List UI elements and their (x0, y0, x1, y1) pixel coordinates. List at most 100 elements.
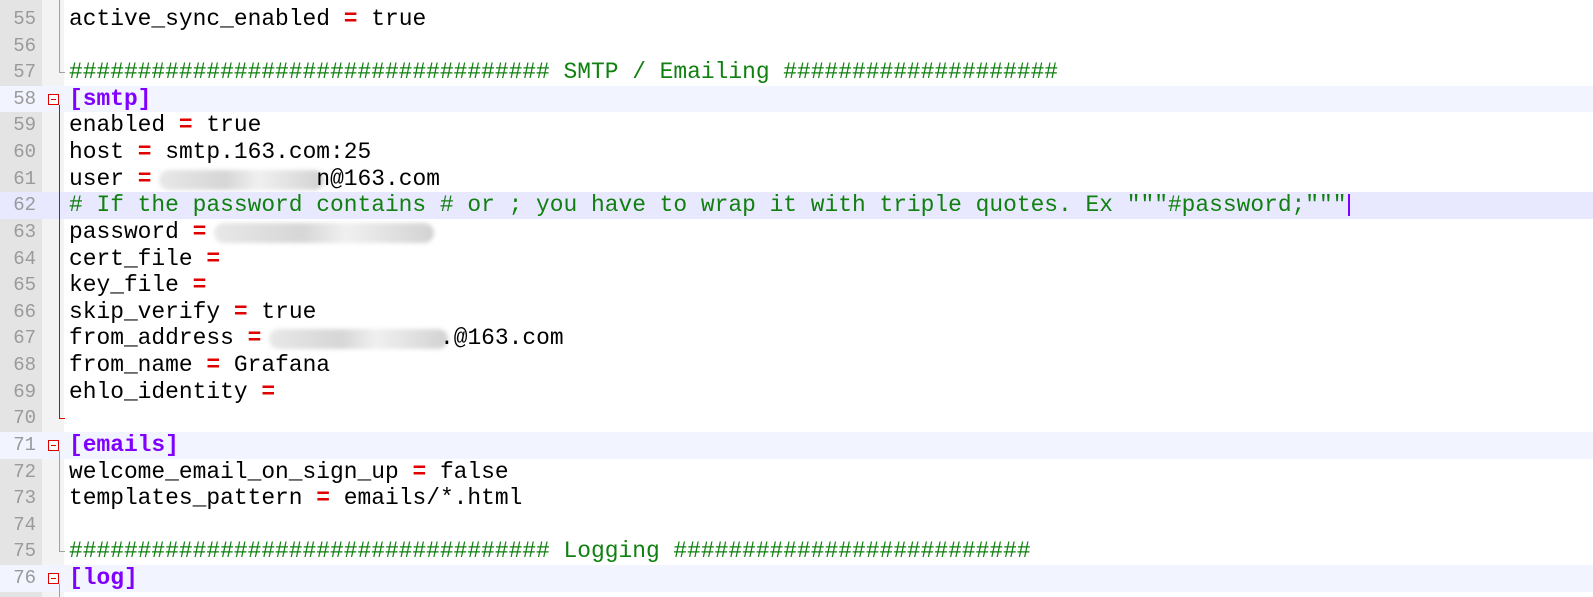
config-key: from_address (69, 325, 234, 352)
fold-collapse-icon[interactable] (48, 573, 59, 585)
code-line[interactable]: 69 ehlo_identity = (0, 379, 1593, 406)
code-line[interactable]: 57 ################################### SM… (0, 59, 1593, 86)
line-number: 65 (13, 274, 36, 297)
equals-operator: = (178, 112, 193, 139)
line-text[interactable]: welcome_email_on_sign_up = false (69, 459, 509, 486)
line-number: 62 (13, 194, 36, 217)
config-key: templates_pattern (69, 485, 303, 512)
config-value: false (439, 458, 509, 485)
config-key: enabled (69, 112, 166, 139)
line-number: 59 (13, 114, 36, 137)
code-line[interactable]: 63 password = (0, 219, 1593, 246)
fold-line (59, 104, 60, 419)
equals-operator: = (137, 139, 152, 166)
code-line[interactable]: 68 from_name = Grafana (0, 352, 1593, 379)
line-text[interactable]: templates_pattern = emails/*.html (69, 485, 522, 512)
code-line[interactable]: 70 (0, 405, 1593, 432)
config-key: key_file (69, 272, 179, 299)
config-value: .@163.com (439, 325, 564, 352)
line-number: 72 (13, 460, 36, 483)
config-value: true (371, 6, 427, 32)
line-text[interactable]: # If the password contains # or ; you ha… (69, 192, 1347, 219)
line-number: 58 (13, 87, 36, 110)
line-text[interactable]: password = (69, 219, 220, 246)
line-text[interactable]: cert_file = (69, 246, 234, 273)
line-number: 64 (13, 247, 36, 270)
config-value: emails/*.html (343, 485, 523, 512)
equals-operator: = (412, 458, 427, 485)
fold-line (59, 0, 60, 73)
config-key: skip_verify (69, 298, 221, 325)
line-text[interactable]: from_address = .@163.com (69, 325, 564, 352)
config-key: active_sync_enabled (69, 6, 330, 32)
comment-text: ################################### SMTP… (69, 59, 1059, 86)
line-number: 74 (13, 513, 36, 536)
equals-operator: = (192, 218, 207, 245)
code-line[interactable]: 66 skip_verify = true (0, 299, 1593, 326)
code-line[interactable]: 56 (0, 33, 1593, 60)
comment-text: # If the password contains # or ; you ha… (69, 192, 1347, 219)
code-line[interactable]: 76 [log] (0, 565, 1593, 592)
code-line[interactable]: 65 key_file = (0, 272, 1593, 299)
equals-operator: = (206, 245, 221, 272)
line-text[interactable]: enabled = true (69, 112, 261, 139)
code-line[interactable]: 58 [smtp] (0, 85, 1593, 113)
fold-line (59, 450, 60, 552)
equals-operator: = (343, 6, 358, 32)
redacted-blur (214, 222, 434, 243)
line-number: 70 (13, 407, 36, 430)
line-number: 57 (13, 61, 36, 84)
config-key: cert_file (69, 245, 193, 272)
line-text[interactable]: ################################### SMTP… (69, 59, 1058, 86)
config-key: from_name (69, 352, 193, 379)
line-text[interactable]: user = n@163.com (69, 166, 440, 193)
code-line[interactable]: 72 welcome_email_on_sign_up = false (0, 459, 1593, 486)
fold-collapse-icon[interactable] (48, 93, 59, 105)
line-number: 75 (13, 540, 36, 563)
line-text[interactable]: [emails] (69, 432, 179, 459)
equals-operator: = (192, 272, 207, 299)
line-text[interactable]: from_name = Grafana (69, 352, 330, 379)
fold-collapse-icon[interactable] (48, 439, 59, 451)
code-line[interactable]: 75 ################################### Lo… (0, 538, 1593, 565)
line-text[interactable]: ehlo_identity = (69, 379, 289, 406)
line-number: 68 (13, 354, 36, 377)
line-text[interactable]: active_sync_enabled = true (69, 6, 426, 33)
code-line[interactable]: 73 templates_pattern = emails/*.html (0, 485, 1593, 512)
code-line[interactable]: 62 # If the password contains # or ; you … (0, 192, 1593, 219)
line-number: 69 (13, 380, 36, 403)
code-line[interactable]: 59 enabled = true (0, 112, 1593, 139)
section-header: [emails] (69, 431, 179, 458)
config-key: ehlo_identity (69, 378, 248, 405)
line-text[interactable]: [log] (69, 565, 138, 592)
line-number: 73 (13, 487, 36, 510)
text-caret (1348, 194, 1350, 217)
config-value: smtp.163.com:25 (165, 139, 372, 166)
code-line[interactable]: 55 active_sync_enabled = true (0, 6, 1593, 33)
line-number: 56 (13, 34, 36, 57)
line-text[interactable]: ################################### Logg… (69, 538, 1031, 565)
code-line[interactable]: 60 host = smtp.163.com:25 (0, 139, 1593, 166)
code-line[interactable]: 64 cert_file = (0, 246, 1593, 273)
code-line[interactable]: 67 from_address = .@163.com (0, 325, 1593, 352)
equals-operator: = (316, 485, 331, 512)
line-number: 63 (13, 220, 36, 243)
line-number: 66 (13, 300, 36, 323)
code-line[interactable]: 74 (0, 512, 1593, 539)
equals-operator: = (137, 165, 152, 192)
code-line[interactable]: 71 [emails] (0, 431, 1593, 459)
equals-operator: = (206, 352, 221, 379)
line-number: 55 (13, 8, 36, 30)
line-number: 67 (13, 327, 36, 350)
line-text[interactable]: key_file = (69, 272, 220, 299)
code-line[interactable]: 61 user = n@163.com (0, 166, 1593, 193)
config-key: welcome_email_on_sign_up (69, 458, 399, 485)
line-text[interactable]: [smtp] (69, 86, 151, 113)
config-key: password (69, 218, 179, 245)
line-number: 61 (13, 167, 36, 190)
line-number: 76 (13, 567, 36, 590)
fold-end-icon (59, 551, 65, 553)
line-text[interactable]: skip_verify = true (69, 299, 316, 326)
line-text[interactable]: host = smtp.163.com:25 (69, 139, 371, 166)
line-number: 71 (13, 433, 36, 456)
